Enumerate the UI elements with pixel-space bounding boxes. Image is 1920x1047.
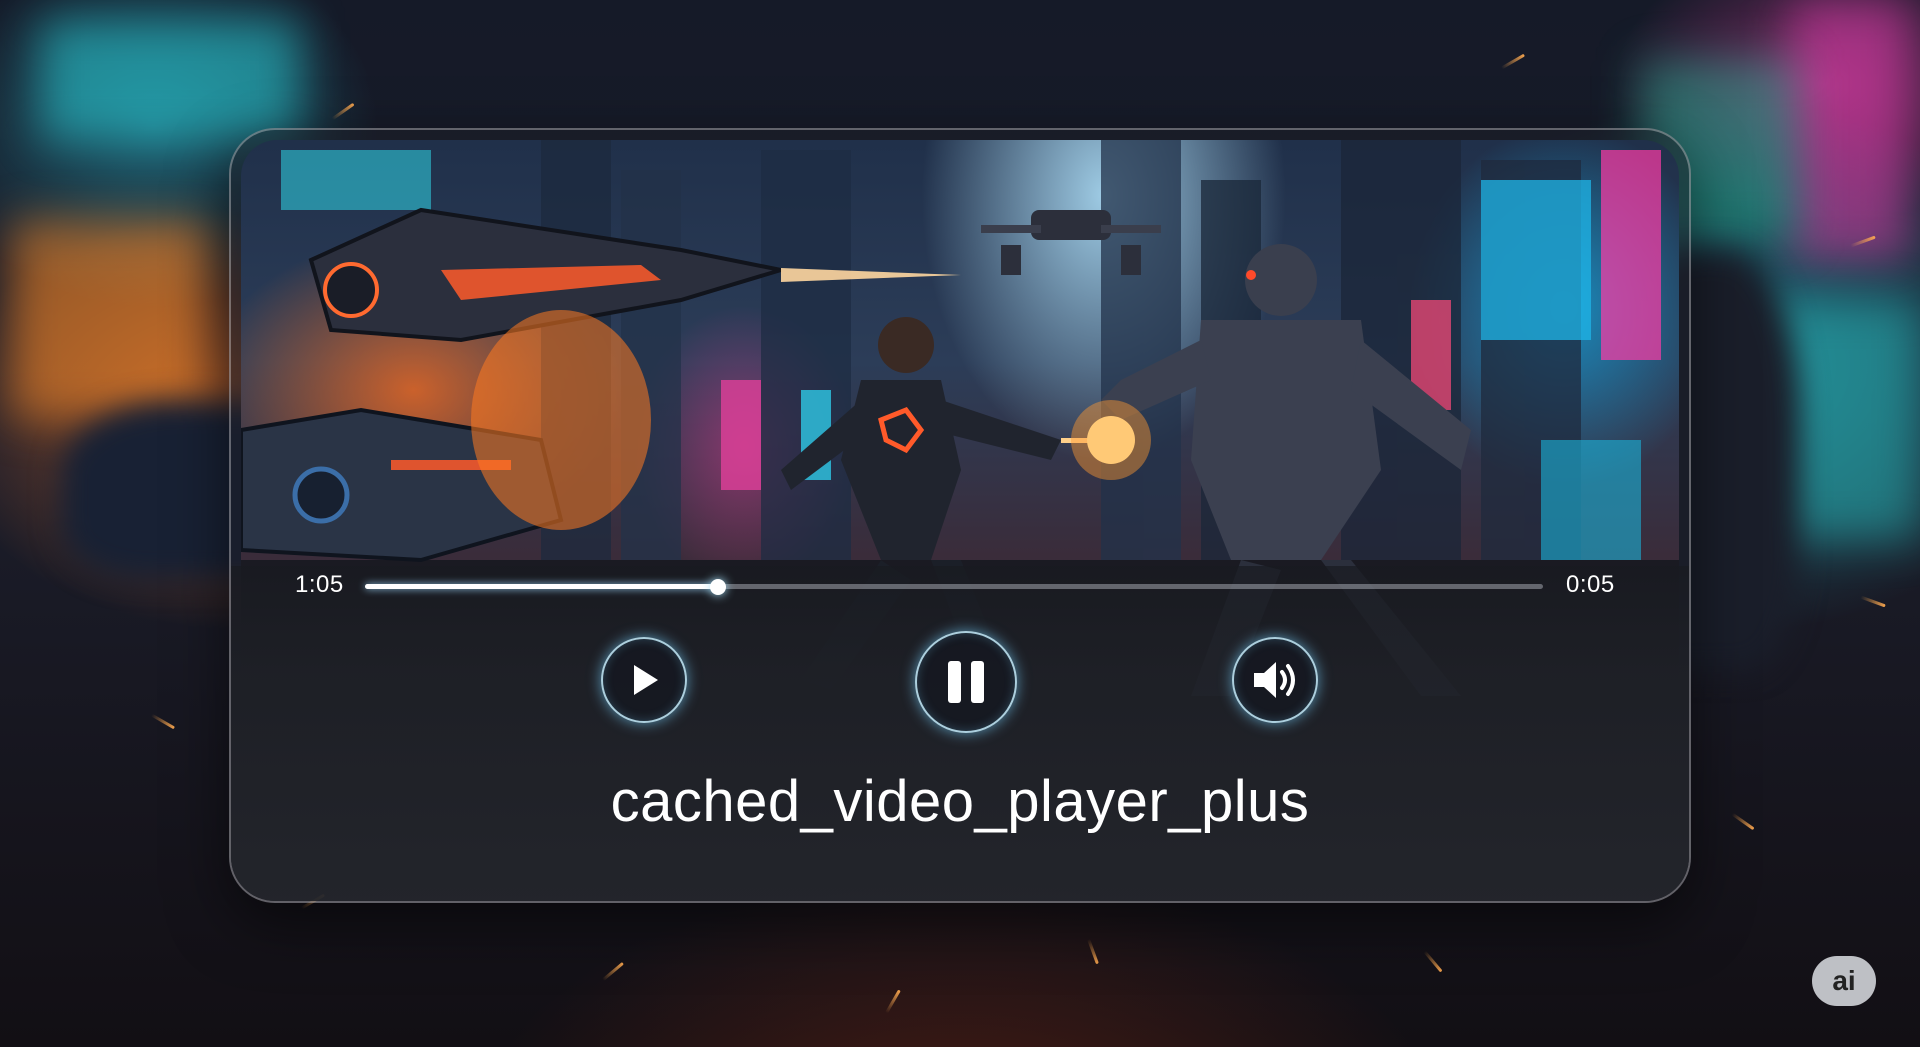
volume-icon <box>1254 662 1295 698</box>
spark <box>1860 595 1886 608</box>
play-button[interactable] <box>601 637 687 723</box>
controls-overlay <box>231 566 1689 901</box>
play-icon <box>634 665 658 695</box>
time-elapsed: 1:05 <box>295 571 344 598</box>
spark <box>1087 938 1099 965</box>
pause-icon <box>948 661 984 703</box>
engine-beam <box>781 268 961 282</box>
volume-button[interactable] <box>1232 637 1318 723</box>
spark <box>1423 950 1443 973</box>
ai-badge: ai <box>1812 956 1876 1006</box>
explosion <box>471 310 651 530</box>
pause-button[interactable] <box>915 631 1017 733</box>
seek-bar-progress <box>365 584 719 589</box>
spark <box>602 961 624 982</box>
bg-neon-sign-left-orange <box>10 220 210 420</box>
spark <box>885 989 901 1014</box>
spark <box>331 102 355 121</box>
spark <box>1731 812 1755 831</box>
spark <box>150 713 176 730</box>
spark <box>1500 53 1526 70</box>
bg-neon-sign-right-pink <box>1790 0 1910 260</box>
blast-glow <box>1071 400 1151 480</box>
seek-bar-thumb[interactable] <box>710 578 727 595</box>
video-title: cached_video_player_plus <box>610 769 1310 834</box>
seek-bar[interactable] <box>365 578 1543 595</box>
time-remaining: 0:05 <box>1566 571 1615 598</box>
bg-neon-sign-left <box>40 20 300 140</box>
